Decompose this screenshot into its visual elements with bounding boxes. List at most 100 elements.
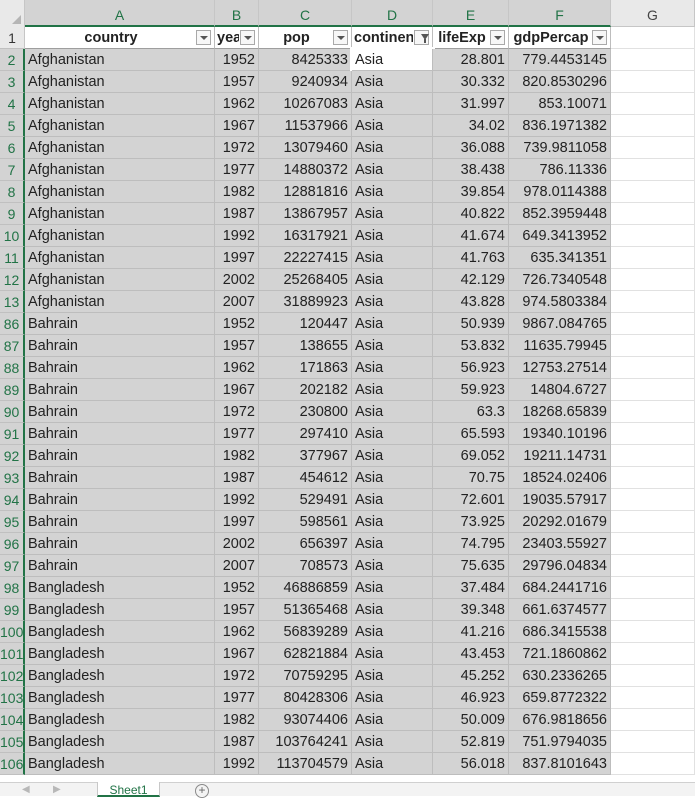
cell-lifeExp[interactable]: 56.923 <box>433 357 509 379</box>
empty-cell[interactable] <box>611 665 695 687</box>
cell-lifeExp[interactable]: 37.484 <box>433 577 509 599</box>
filter-dropdown-icon[interactable] <box>592 30 607 45</box>
column-header-d[interactable]: D <box>352 0 433 27</box>
empty-cell[interactable] <box>611 401 695 423</box>
cell-country[interactable]: Afghanistan <box>25 247 215 269</box>
cell-year[interactable]: 1977 <box>215 159 259 181</box>
row-number[interactable]: 89 <box>0 379 25 401</box>
row-number[interactable]: 12 <box>0 269 25 291</box>
cell-gdp[interactable]: 820.8530296 <box>509 71 611 93</box>
cell-year[interactable]: 2007 <box>215 291 259 313</box>
cell-lifeExp[interactable]: 63.3 <box>433 401 509 423</box>
empty-cell[interactable] <box>611 489 695 511</box>
empty-cell[interactable] <box>611 203 695 225</box>
cell-pop[interactable]: 51365468 <box>259 599 352 621</box>
cell-pop[interactable]: 62821884 <box>259 643 352 665</box>
cell-continent[interactable]: Asia <box>352 357 433 379</box>
row-number[interactable]: 10 <box>0 225 25 247</box>
cell-pop[interactable]: 13867957 <box>259 203 352 225</box>
cell-lifeExp[interactable]: 30.332 <box>433 71 509 93</box>
cell-lifeExp[interactable]: 28.801 <box>433 49 509 71</box>
row-number[interactable]: 103 <box>0 687 25 709</box>
empty-cell[interactable] <box>611 621 695 643</box>
column-header-e[interactable]: E <box>433 0 509 27</box>
cell-country[interactable]: Afghanistan <box>25 291 215 313</box>
cell-gdp[interactable]: 684.2441716 <box>509 577 611 599</box>
cell-year[interactable]: 1997 <box>215 247 259 269</box>
cell-year[interactable]: 1987 <box>215 467 259 489</box>
empty-cell[interactable] <box>611 313 695 335</box>
empty-cell[interactable] <box>611 269 695 291</box>
row-number[interactable]: 86 <box>0 313 25 335</box>
cell-country[interactable]: Afghanistan <box>25 181 215 203</box>
cell-country[interactable]: Afghanistan <box>25 137 215 159</box>
spreadsheet-grid[interactable]: ABCDEFG 1 country year pop continent lifeExp g… <box>0 0 695 782</box>
cell-year[interactable]: 1987 <box>215 731 259 753</box>
empty-cell[interactable] <box>611 181 695 203</box>
cell-country[interactable]: Bangladesh <box>25 709 215 731</box>
cell-year[interactable]: 1962 <box>215 621 259 643</box>
cell-year[interactable]: 1967 <box>215 115 259 137</box>
cell-pop[interactable]: 14880372 <box>259 159 352 181</box>
cell-lifeExp[interactable]: 41.216 <box>433 621 509 643</box>
cell-country[interactable]: Afghanistan <box>25 225 215 247</box>
filter-dropdown-icon[interactable] <box>196 30 211 45</box>
empty-cell[interactable] <box>611 643 695 665</box>
cell-continent[interactable]: Asia <box>352 709 433 731</box>
cell-gdp[interactable]: 9867.084765 <box>509 313 611 335</box>
cell-pop[interactable]: 93074406 <box>259 709 352 731</box>
empty-cell[interactable] <box>611 379 695 401</box>
cell-country[interactable]: Bangladesh <box>25 621 215 643</box>
cell-gdp[interactable]: 751.9794035 <box>509 731 611 753</box>
cell-gdp[interactable]: 18524.02406 <box>509 467 611 489</box>
cell-continent[interactable]: Asia <box>352 203 433 225</box>
cell-year[interactable]: 1972 <box>215 401 259 423</box>
cell-lifeExp[interactable]: 50.939 <box>433 313 509 335</box>
cell-pop[interactable]: 11537966 <box>259 115 352 137</box>
header-cell-lifeexp[interactable]: lifeExp <box>433 27 509 49</box>
cell-continent[interactable]: Asia <box>352 753 433 775</box>
cell-country[interactable]: Bahrain <box>25 445 215 467</box>
cell-gdp[interactable]: 836.1971382 <box>509 115 611 137</box>
empty-cell[interactable] <box>611 27 695 49</box>
cell-gdp[interactable]: 786.11336 <box>509 159 611 181</box>
cell-continent[interactable]: Asia <box>352 181 433 203</box>
cell-continent[interactable]: Asia <box>352 247 433 269</box>
cell-gdp[interactable]: 14804.6727 <box>509 379 611 401</box>
cell-year[interactable]: 1977 <box>215 423 259 445</box>
cell-continent[interactable]: Asia <box>352 93 433 115</box>
row-number[interactable]: 1 <box>0 27 25 49</box>
cell-gdp[interactable]: 12753.27514 <box>509 357 611 379</box>
row-number[interactable]: 92 <box>0 445 25 467</box>
cell-lifeExp[interactable]: 46.923 <box>433 687 509 709</box>
cell-lifeExp[interactable]: 73.925 <box>433 511 509 533</box>
cell-lifeExp[interactable]: 65.593 <box>433 423 509 445</box>
cell-year[interactable]: 2007 <box>215 555 259 577</box>
row-number[interactable]: 102 <box>0 665 25 687</box>
cell-continent[interactable]: Asia <box>352 665 433 687</box>
empty-cell[interactable] <box>611 93 695 115</box>
cell-country[interactable]: Afghanistan <box>25 93 215 115</box>
row-number[interactable]: 96 <box>0 533 25 555</box>
cell-year[interactable]: 1987 <box>215 203 259 225</box>
empty-cell[interactable] <box>611 357 695 379</box>
cell-lifeExp[interactable]: 75.635 <box>433 555 509 577</box>
empty-cell[interactable] <box>611 115 695 137</box>
cell-pop[interactable]: 598561 <box>259 511 352 533</box>
cell-gdp[interactable]: 19211.14731 <box>509 445 611 467</box>
cell-country[interactable]: Afghanistan <box>25 115 215 137</box>
sheet-tab-sheet1[interactable]: Sheet1 <box>97 782 160 797</box>
cell-continent[interactable]: Asia <box>352 467 433 489</box>
cell-lifeExp[interactable]: 36.088 <box>433 137 509 159</box>
cell-pop[interactable]: 454612 <box>259 467 352 489</box>
cell-pop[interactable]: 8425333 <box>259 49 352 71</box>
empty-cell[interactable] <box>611 335 695 357</box>
cell-gdp[interactable]: 837.8101643 <box>509 753 611 775</box>
empty-cell[interactable] <box>611 511 695 533</box>
row-number[interactable]: 7 <box>0 159 25 181</box>
cell-lifeExp[interactable]: 40.822 <box>433 203 509 225</box>
cell-country[interactable]: Bangladesh <box>25 577 215 599</box>
empty-cell[interactable] <box>611 423 695 445</box>
cell-pop[interactable]: 16317921 <box>259 225 352 247</box>
cell-gdp[interactable]: 974.5803384 <box>509 291 611 313</box>
